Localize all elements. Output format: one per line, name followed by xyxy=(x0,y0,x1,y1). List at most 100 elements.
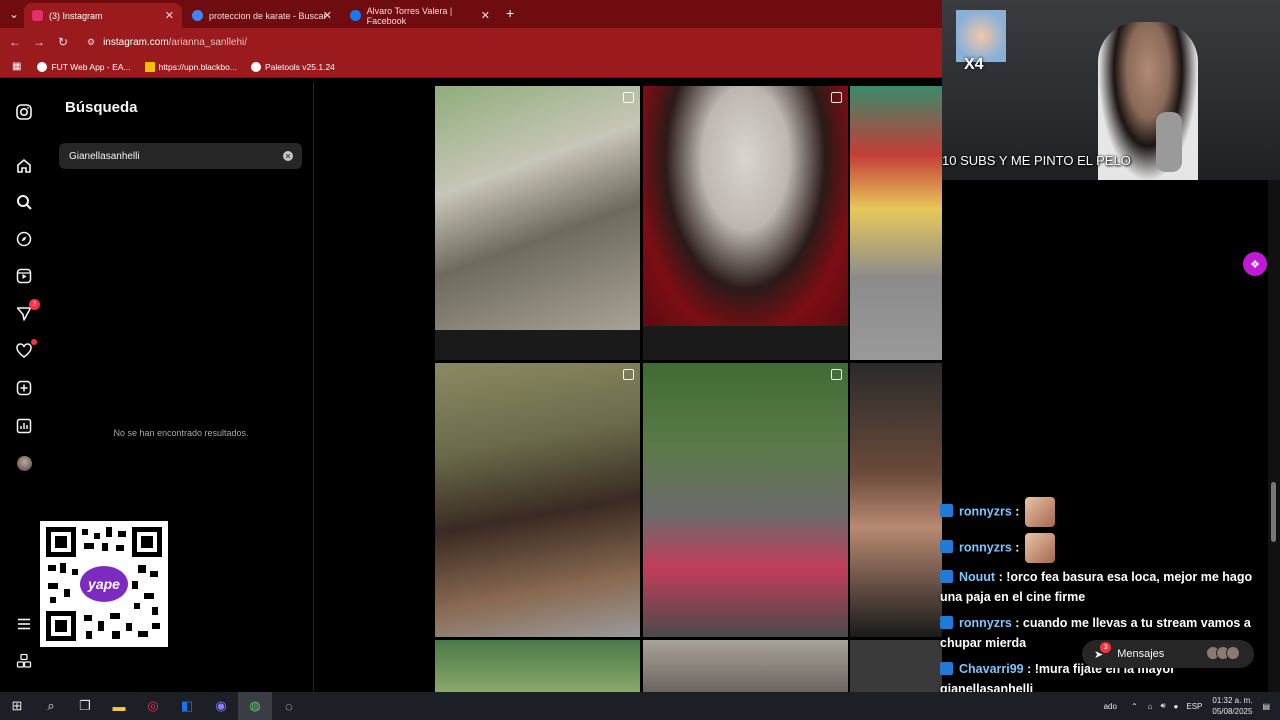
create-plus-icon[interactable] xyxy=(14,378,34,398)
messages-avatars xyxy=(1206,646,1240,660)
file-explorer-icon[interactable]: ▬ xyxy=(102,692,136,720)
chat-emote-icon xyxy=(1025,497,1056,527)
notifications-heart-icon[interactable] xyxy=(14,339,37,361)
post-thumbnail[interactable] xyxy=(643,363,848,637)
outlook-icon[interactable]: ◧ xyxy=(170,692,204,720)
stream-chat-overlay: ronnyzrs : ronnyzrs : Nouut : !orco fea … xyxy=(940,497,1270,699)
bookmark-label: FUT Web App - EA... xyxy=(51,61,131,72)
tray-chevron-icon[interactable]: ⌃ xyxy=(1131,702,1138,711)
apps-grid-icon[interactable]: ▦ xyxy=(12,61,21,72)
extension-floating-icon[interactable]: ❖ xyxy=(1243,252,1267,276)
reload-icon[interactable]: ↻ xyxy=(51,35,75,49)
streamer-webcam: X4 10 SUBS Y ME PINTO EL PELO xyxy=(942,0,1280,180)
opera-gx-icon[interactable]: ◎ xyxy=(136,692,170,720)
search-field-container[interactable]: ✕ xyxy=(59,143,302,169)
tab-facebook[interactable]: Alvaro Torres Valera | Facebook ✕ xyxy=(342,3,498,28)
url-path: /arianna_sanllehi/ xyxy=(168,36,248,48)
dashboard-chart-icon[interactable] xyxy=(14,416,34,436)
prime-badge-icon xyxy=(940,616,953,629)
mic-icon[interactable]: ● xyxy=(1174,702,1179,711)
multiplier-label: X4 xyxy=(964,56,984,73)
post-thumbnail[interactable] xyxy=(435,86,640,330)
tab-label: Alvaro Torres Valera | Facebook xyxy=(366,5,453,26)
post-thumbnail[interactable] xyxy=(435,363,640,637)
clock-date: 05/08/2025 xyxy=(1212,707,1253,716)
post-thumbnail[interactable] xyxy=(435,330,640,360)
post-thumbnail[interactable] xyxy=(850,86,942,360)
obs-icon[interactable]: ◌ xyxy=(272,692,306,720)
clear-search-icon[interactable]: ✕ xyxy=(283,151,293,161)
chat-emote-icon xyxy=(1025,533,1056,563)
chat-text: : xyxy=(1011,504,1020,519)
carousel-icon xyxy=(623,369,634,380)
prime-badge-icon xyxy=(940,504,953,518)
close-tab-icon[interactable]: ✕ xyxy=(323,9,332,22)
notifications-badge: 3 xyxy=(29,299,40,310)
chat-username: ronnyzrs xyxy=(959,504,1012,519)
clock[interactable]: 01:32 a. m. 05/08/2025 xyxy=(1212,695,1252,717)
messages-icon[interactable]: 3 xyxy=(14,299,40,324)
instagram-logo-icon[interactable] xyxy=(14,102,34,122)
profile-avatar[interactable] xyxy=(14,453,34,473)
search-icon[interactable] xyxy=(14,192,34,212)
close-tab-icon[interactable]: ✕ xyxy=(481,9,490,22)
explore-compass-icon[interactable] xyxy=(14,229,34,249)
tab-instagram[interactable]: (3) Instagram ✕ xyxy=(24,3,182,28)
new-tab-button[interactable]: + xyxy=(506,5,514,21)
carousel-icon xyxy=(831,92,842,103)
scrollbar-thumb[interactable] xyxy=(1271,482,1276,542)
close-tab-icon[interactable]: ✕ xyxy=(165,9,174,22)
search-icon[interactable]: ⌕ xyxy=(34,692,68,720)
post-thumbnail[interactable] xyxy=(643,86,848,326)
clock-time: 01:32 a. m. xyxy=(1212,696,1253,705)
reels-icon[interactable] xyxy=(14,266,34,286)
windows-start-icon[interactable]: ⊞ xyxy=(0,692,34,720)
volume-icon[interactable]: 🔊︎ xyxy=(1160,701,1165,711)
prime-badge-icon xyxy=(940,662,953,675)
tray-fragment: ado xyxy=(1103,701,1117,711)
url-field[interactable]: ⚙ instagram.com /arianna_sanllehi/ xyxy=(87,37,247,48)
home-icon[interactable] xyxy=(14,156,34,176)
bookmark-fut-web-app[interactable]: FUT Web App - EA... xyxy=(37,61,131,72)
chat-username: ronnyzrs xyxy=(959,616,1012,630)
prime-badge-icon xyxy=(940,570,953,583)
chat-message: ronnyzrs : xyxy=(940,497,1270,527)
bookmark-blackboard[interactable]: https://upn.blackbo... xyxy=(144,61,237,72)
site-info-icon[interactable]: ⚙ xyxy=(87,37,95,48)
search-input[interactable] xyxy=(69,150,269,162)
bookmark-favicon-icon xyxy=(37,61,48,72)
notification-dot xyxy=(31,339,37,345)
post-thumbnail[interactable] xyxy=(850,363,942,637)
bookmark-favicon-icon xyxy=(144,61,155,72)
post-thumbnail[interactable] xyxy=(850,640,942,692)
language-indicator[interactable]: ESP xyxy=(1186,702,1202,711)
chat-username: ronnyzrs xyxy=(959,540,1012,555)
tab-google-search[interactable]: proteccion de karate - Buscar c ✕ xyxy=(184,3,340,28)
discord-icon[interactable]: ◉ xyxy=(204,692,238,720)
post-thumbnail[interactable] xyxy=(643,640,848,692)
post-thumbnail[interactable] xyxy=(435,640,640,692)
also-from-meta-icon[interactable] xyxy=(14,651,34,671)
bookmark-paletools[interactable]: Paletools v25.1.24 xyxy=(250,61,335,72)
google-favicon-icon xyxy=(192,10,203,21)
post-thumbnail[interactable] xyxy=(643,326,848,360)
carousel-icon xyxy=(831,369,842,380)
forward-arrow-icon[interactable]: → xyxy=(27,35,51,49)
back-arrow-icon[interactable]: ← xyxy=(3,35,27,49)
url-host: instagram.com xyxy=(103,36,169,48)
notifications-icon[interactable]: ▤ xyxy=(1262,702,1270,711)
task-view-icon[interactable]: ❐ xyxy=(68,692,102,720)
tab-search-chevron-icon[interactable]: ⌄ xyxy=(2,7,26,21)
screen: ⌄ (3) Instagram ✕ proteccion de karate -… xyxy=(0,0,1280,720)
system-tray: ado ⌃ ⌂ 🔊︎ ● ESP 01:32 a. m. 05/08/2025 … xyxy=(1104,692,1270,720)
chrome-icon[interactable]: ◍ xyxy=(238,692,272,720)
tab-label: proteccion de karate - Buscar c xyxy=(209,10,327,21)
bookmark-favicon-icon xyxy=(250,61,261,72)
messages-drawer-button[interactable]: ➤ 3 Mensajes xyxy=(1082,640,1254,668)
prime-badge-icon xyxy=(940,540,953,554)
bookmark-label: https://upn.blackbo... xyxy=(158,61,237,72)
network-icon[interactable]: ⌂ xyxy=(1148,702,1153,711)
send-icon: ➤ 3 xyxy=(1094,641,1112,661)
search-panel-title: Búsqueda xyxy=(65,99,138,116)
more-menu-icon[interactable] xyxy=(14,614,34,634)
